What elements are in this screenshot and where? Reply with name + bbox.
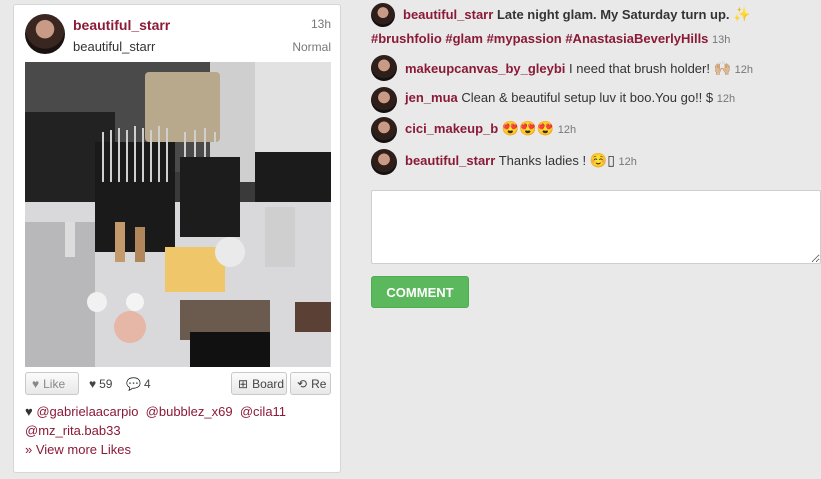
likers-list: ♥ @gabrielaacarpio @bubblez_x69 @cila11 … [25,402,335,440]
comments-count: 4 [143,377,151,391]
filter-mode: Normal [292,40,331,54]
board-button[interactable]: ⊞ Board [231,372,287,395]
comment-body: beautiful_starr Thanks ladies ! ☺️▯ 12h [405,150,637,172]
liker-link[interactable]: @cila11 [240,404,286,419]
comments-stat: 💬 4 [126,377,151,391]
caption-username[interactable]: beautiful_starr [403,7,493,22]
comment-username[interactable]: beautiful_starr [405,153,495,168]
comment-body: makeupcanvas_by_gleybi I need that brush… [405,58,753,80]
likes-count: 59 [99,377,113,391]
comment-time: 12h [716,93,736,105]
caption-tags-body: #brushfolio #glam #mypassion #AnastasiaB… [371,29,730,50]
repin-label: Re [311,376,327,391]
comment-time: 12h [618,156,637,168]
avatar[interactable] [371,117,397,143]
liker-link[interactable]: @gabrielaacarpio [36,404,138,419]
makeup-setup-photo [25,62,331,367]
comment-body: cici_makeup_b 😍😍😍 12h [405,118,576,140]
comment-item: cici_makeup_b 😍😍😍 12h [371,117,576,143]
pin-username[interactable]: beautiful_starr [73,17,170,33]
comment-item: beautiful_starr Thanks ladies ! ☺️▯ 12h [371,149,637,175]
comment-username[interactable]: makeupcanvas_by_gleybi [405,61,565,76]
avatar[interactable] [371,3,395,27]
hashtags[interactable]: #brushfolio #glam #mypassion #AnastasiaB… [371,31,708,46]
likes-stat: ♥ 59 [89,377,112,391]
heart-eyes-icon: 😍😍😍 [501,120,555,136]
raised-hands-icon: 🙌🏼 [713,60,732,76]
pin-time: 13h [310,17,331,31]
user-avatar[interactable] [25,14,65,54]
pin-card: beautiful_starr beautiful_starr 13h Norm… [13,4,341,473]
caption-row: beautiful_starr Late night glam. My Satu… [371,3,821,27]
comment-submit-button[interactable]: COMMENT [371,276,469,308]
comment-input[interactable] [371,190,821,264]
pin-actions: ♥ Like ♥ 59 💬 4 ⊞ Board ⟲ Re [25,372,331,396]
view-more-likes-link[interactable]: » View more Likes [25,442,131,457]
comment-time: 12h [557,124,577,136]
liker-link[interactable]: @bubblez_x69 [146,404,233,419]
comment-username[interactable]: cici_makeup_b [405,121,498,136]
comment-username[interactable]: jen_mua [405,90,458,105]
comment-text: Thanks ladies ! [498,153,587,168]
pin-sub-username: beautiful_starr [73,39,156,54]
avatar[interactable] [371,55,397,81]
heart-icon: ♥ [32,376,40,391]
like-button[interactable]: ♥ Like [25,372,79,395]
pin-photo[interactable] [25,62,331,367]
caption-body: beautiful_starr Late night glam. My Satu… [403,3,751,26]
like-label: Like [43,376,66,391]
comment-text: I need that brush holder! [569,61,710,76]
board-label: Board [252,376,285,391]
speech-bubble-icon: 💬 [126,377,141,391]
heart-icon: ♥ [89,377,97,391]
comment-text: Clean & beautiful setup luv it boo.You g… [461,90,714,105]
comment-item: jen_mua Clean & beautiful setup luv it b… [371,87,735,113]
repin-icon: ⟲ [297,376,308,391]
smiling-face-icon: ☺️▯ [589,152,615,168]
plus-square-icon: ⊞ [238,376,249,391]
heart-icon: ♥ [25,404,33,419]
comment-item: makeupcanvas_by_gleybi I need that brush… [371,55,753,81]
sparkles-icon: ✨ [733,6,751,22]
repin-button[interactable]: ⟲ Re [290,372,331,395]
caption-text: Late night glam. My Saturday turn up. [496,7,730,22]
caption-tags-row: #brushfolio #glam #mypassion #AnastasiaB… [371,29,730,50]
avatar[interactable] [371,149,397,175]
comment-body: jen_mua Clean & beautiful setup luv it b… [405,88,735,109]
comment-time: 12h [734,64,754,76]
caption-time: 13h [712,34,731,46]
pin-header: beautiful_starr beautiful_starr 13h Norm… [25,14,331,58]
avatar[interactable] [371,87,397,113]
liker-link[interactable]: @mz_rita.bab33 [25,423,121,438]
